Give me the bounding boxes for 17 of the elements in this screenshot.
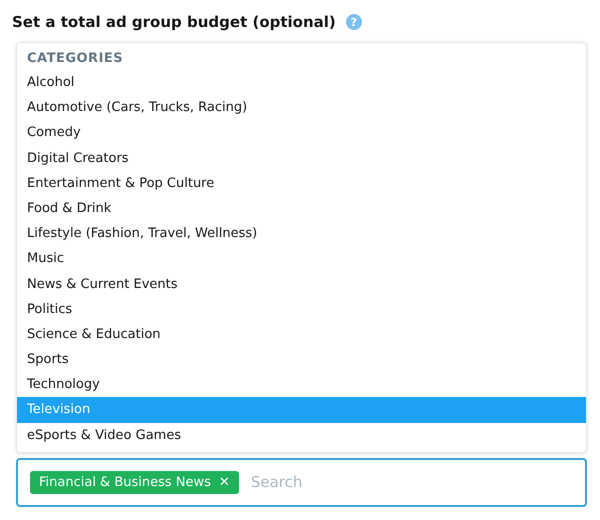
menu-item[interactable]: Science & Education — [17, 322, 586, 348]
menu-item[interactable]: Entertainment & Pop Culture — [17, 170, 586, 196]
menu-item[interactable]: Politics — [17, 296, 586, 322]
menu-item[interactable]: Lifestyle (Fashion, Travel, Wellness) — [17, 221, 586, 246]
menu-item[interactable]: Comedy — [17, 120, 586, 146]
section-title: Set a total ad group budget (optional) — [12, 13, 336, 31]
menu-item[interactable]: Music — [17, 246, 586, 272]
menu-item[interactable]: Digital Creators — [17, 146, 586, 171]
menu-item[interactable]: Sports — [17, 347, 586, 372]
menu-item[interactable]: Technology — [17, 372, 586, 398]
menu-item[interactable]: Alcohol — [17, 70, 586, 96]
tag-label: Financial & Business News — [39, 474, 211, 490]
menu-item[interactable]: News & Current Events — [17, 272, 586, 297]
menu-item[interactable]: eSports & Video Games — [17, 422, 586, 448]
menu-item[interactable]: Automotive (Cars, Trucks, Racing) — [17, 95, 586, 120]
menu-item[interactable]: Food & Drink — [17, 196, 586, 222]
menu-header: CATEGORIES — [26, 50, 124, 68]
